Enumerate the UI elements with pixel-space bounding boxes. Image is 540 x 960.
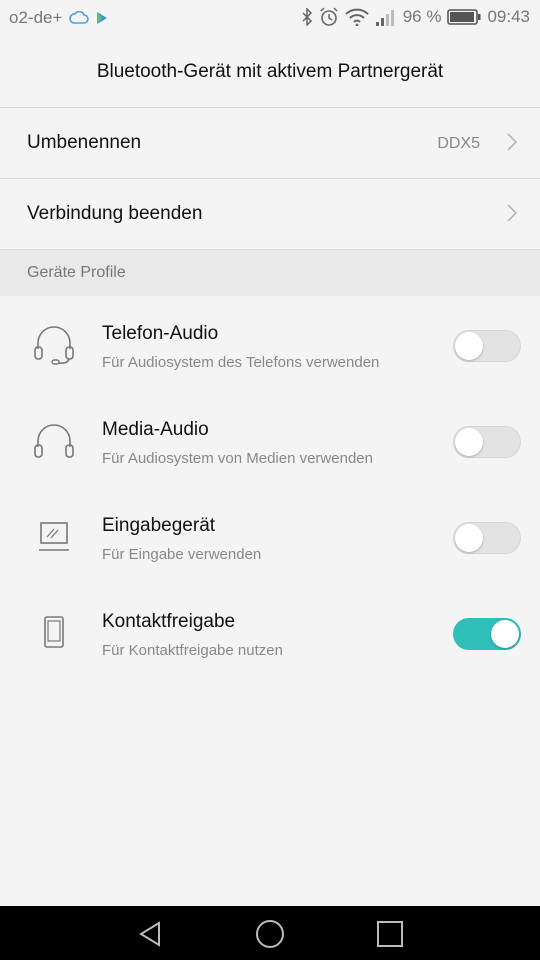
signal-icon — [375, 8, 397, 26]
battery-percent: 96 % — [402, 7, 442, 26]
profile-contact-sharing[interactable]: Kontaktfreigabe Für Kontaktfreigabe nutz… — [0, 585, 540, 681]
profile-subtitle: Für Audiosystem des Telefons verwenden — [102, 354, 380, 371]
toggle-knob — [455, 332, 483, 360]
input-device-toggle[interactable] — [453, 522, 521, 554]
media-audio-toggle[interactable] — [453, 426, 521, 458]
home-icon[interactable] — [254, 918, 286, 950]
input-device-icon — [30, 517, 78, 557]
chevron-right-icon — [506, 132, 518, 157]
wifi-icon — [345, 8, 369, 26]
page-title: Bluetooth-Gerät mit aktivem Partnergerät — [0, 36, 540, 108]
headphones-icon — [30, 421, 78, 461]
bluetooth-icon — [301, 8, 313, 26]
rename-row[interactable]: Umbenennen DDX5 — [0, 108, 540, 179]
carrier-label: o2-de+ — [9, 8, 63, 27]
toggle-knob — [491, 620, 519, 648]
disconnect-row[interactable]: Verbindung beenden — [0, 179, 540, 250]
profile-input-device[interactable]: Eingabegerät Für Eingabe verwenden — [0, 489, 540, 585]
toggle-knob — [455, 524, 483, 552]
battery-icon — [447, 9, 481, 25]
navigation-bar — [0, 906, 540, 960]
profile-title: Kontaktfreigabe — [102, 611, 236, 632]
clock: 09:43 — [487, 7, 530, 26]
recents-icon[interactable] — [374, 918, 406, 950]
profile-title: Telefon-Audio — [102, 323, 219, 344]
page-title-text: Bluetooth-Gerät mit aktivem Partnergerät — [96, 60, 444, 82]
profile-media-audio[interactable]: Media-Audio Für Audiosystem von Medien v… — [0, 393, 540, 489]
profile-subtitle: Für Kontaktfreigabe nutzen — [102, 642, 283, 659]
alarm-icon — [319, 7, 339, 27]
phone-icon — [30, 613, 78, 653]
phone-audio-toggle[interactable] — [453, 330, 521, 362]
play-store-icon — [96, 11, 108, 25]
headset-icon — [30, 325, 78, 365]
status-bar: o2-de+ 96 % 09:43 — [0, 0, 540, 36]
chevron-right-icon — [506, 203, 518, 228]
contact-sharing-toggle[interactable] — [453, 618, 521, 650]
profile-subtitle: Für Eingabe verwenden — [102, 546, 262, 563]
rename-label: Umbenennen — [27, 132, 142, 153]
section-header: Geräte Profile — [0, 250, 540, 296]
profile-phone-audio[interactable]: Telefon-Audio Für Audiosystem des Telefo… — [0, 297, 540, 393]
disconnect-label: Verbindung beenden — [27, 203, 203, 224]
cloud-icon — [69, 11, 90, 25]
toggle-knob — [455, 428, 483, 456]
section-title: Geräte Profile — [27, 264, 126, 281]
device-name-value: DDX5 — [437, 135, 480, 152]
profile-title: Media-Audio — [102, 419, 209, 440]
profile-subtitle: Für Audiosystem von Medien verwenden — [102, 450, 373, 467]
back-icon[interactable] — [135, 918, 167, 950]
profile-title: Eingabegerät — [102, 515, 216, 536]
